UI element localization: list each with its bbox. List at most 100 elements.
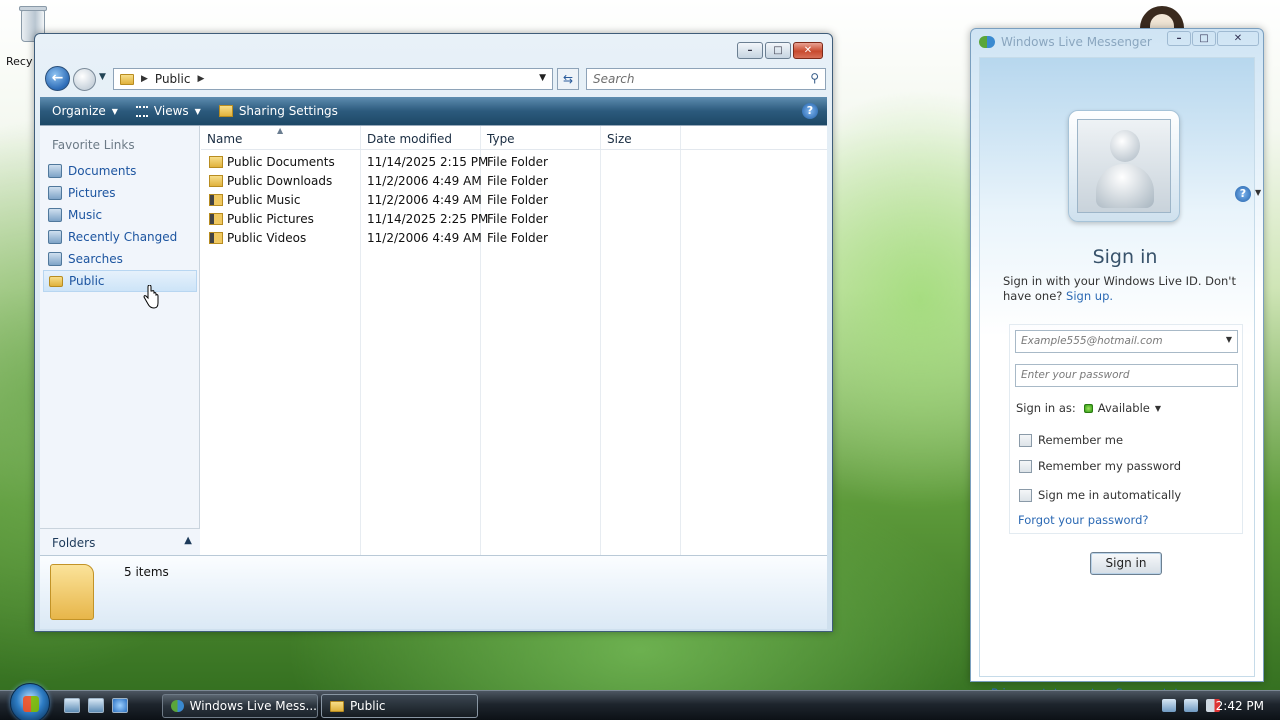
network-icon[interactable] <box>1184 699 1198 712</box>
favorite-links-title: Favorite Links <box>52 138 135 152</box>
chevron-down-icon[interactable]: ▼ <box>1255 188 1261 197</box>
taskbar-button-messenger[interactable]: Windows Live Mess... <box>162 694 318 718</box>
views-icon <box>135 105 148 117</box>
nav-item-pictures[interactable]: Pictures <box>40 182 200 204</box>
content-area: Favorite Links Documents Pictures Music … <box>40 125 827 556</box>
taskbar-button-label: Public <box>350 699 386 713</box>
file-date: 11/14/2025 2:15 PM <box>367 155 489 169</box>
taskbar-button-public[interactable]: Public <box>321 694 478 718</box>
sign-in-automatically-checkbox[interactable]: Sign me in automatically <box>1019 488 1181 502</box>
file-name: Public Pictures <box>227 212 314 226</box>
messenger-body: ? ▼ Sign in Sign in with your Windows Li… <box>979 57 1261 700</box>
table-row[interactable]: Public Music 11/2/2006 4:49 AM File Fold… <box>201 191 827 210</box>
checkbox-icon[interactable] <box>1019 459 1032 473</box>
search-input[interactable]: Search ⚲ <box>586 68 826 90</box>
sharing-settings-label: Sharing Settings <box>238 104 338 118</box>
help-icon[interactable]: ? <box>802 103 818 119</box>
forgot-password-link[interactable]: Forgot your password? <box>1018 513 1148 527</box>
checkbox-label: Sign me in automatically <box>1038 488 1182 502</box>
nav-item-label: Documents <box>68 164 137 178</box>
music-icon <box>48 208 62 222</box>
remember-password-checkbox[interactable]: Remember my password <box>1019 459 1181 473</box>
forward-button[interactable] <box>73 68 96 91</box>
file-type: File Folder <box>487 155 548 169</box>
recent-pages-dropdown[interactable]: ▼ <box>99 72 106 82</box>
table-row[interactable]: Public Downloads 11/2/2006 4:49 AM File … <box>201 172 827 191</box>
help-icon[interactable]: ? <box>1235 186 1251 202</box>
status-selector[interactable]: Available ▼ <box>1083 401 1161 415</box>
maximize-button[interactable]: □ <box>1192 31 1216 46</box>
close-button[interactable]: ✕ <box>793 42 823 59</box>
signin-description: Sign in with your Windows Live ID. Don't… <box>1003 274 1253 304</box>
chevron-down-icon[interactable]: ▼ <box>1226 335 1232 344</box>
messenger-titlebar: Windows Live Messenger <box>979 35 1152 49</box>
switch-windows-icon[interactable] <box>88 698 104 713</box>
nav-item-label: Pictures <box>68 186 116 200</box>
folder-large-icon <box>50 564 94 620</box>
remember-me-checkbox[interactable]: Remember me <box>1019 433 1123 447</box>
favorite-links-list: Documents Pictures Music Recently Change… <box>40 160 200 292</box>
nav-item-searches[interactable]: Searches <box>40 248 200 270</box>
folder-icon <box>330 700 344 712</box>
hand-cursor-icon <box>143 285 159 309</box>
nav-item-label: Recently Changed <box>68 230 178 244</box>
breadcrumb-separator-icon[interactable]: ▶ <box>197 74 204 84</box>
nav-item-label: Music <box>68 208 103 222</box>
file-name: Public Downloads <box>227 174 333 188</box>
minimize-button[interactable]: – <box>737 42 763 59</box>
organize-button[interactable]: Organize ▼ <box>52 104 118 118</box>
navigation-pane: Favorite Links Documents Pictures Music … <box>40 126 200 556</box>
messenger-window-controls: – □ ✕ <box>1167 31 1259 46</box>
nav-item-label: Searches <box>68 252 123 266</box>
messenger-tray-icon[interactable] <box>1162 699 1176 712</box>
maximize-button[interactable]: □ <box>765 42 791 59</box>
table-row[interactable]: Public Videos 11/2/2006 4:49 AM File Fol… <box>201 229 827 248</box>
nav-item-documents[interactable]: Documents <box>40 160 200 182</box>
chevron-down-icon: ▼ <box>111 106 118 116</box>
signup-link[interactable]: Sign up. <box>1066 289 1113 303</box>
organize-label: Organize <box>52 104 106 118</box>
sign-in-as-row: Sign in as: Available ▼ <box>1016 401 1161 415</box>
checkbox-label: Remember my password <box>1038 459 1182 473</box>
table-row[interactable]: Public Documents 11/14/2025 2:15 PM File… <box>201 153 827 172</box>
password-field[interactable]: Enter your password <box>1015 364 1238 387</box>
views-button[interactable]: Views ▼ <box>135 104 201 118</box>
address-bar[interactable]: ▶ Public ▶ ▼ <box>113 68 553 90</box>
search-placeholder: Search <box>593 72 635 86</box>
clock[interactable]: 2:42 PM <box>1216 699 1264 713</box>
table-row[interactable]: Public Pictures 11/14/2025 2:25 PM File … <box>201 210 827 229</box>
start-button[interactable] <box>10 683 50 720</box>
breadcrumb-public[interactable]: Public <box>155 72 191 86</box>
nav-item-public[interactable]: Public <box>43 270 197 292</box>
show-desktop-icon[interactable] <box>64 698 80 713</box>
checkbox-icon[interactable] <box>1019 433 1032 447</box>
recent-icon <box>48 230 62 244</box>
taskbar-button-label: Windows Live Mess... <box>189 699 317 713</box>
minimize-button[interactable]: – <box>1167 31 1191 46</box>
avatar[interactable] <box>1068 110 1180 222</box>
file-date: 11/2/2006 4:49 AM <box>367 231 482 245</box>
search-icon[interactable]: ⚲ <box>810 71 819 85</box>
refresh-button[interactable]: ⇆ <box>557 68 579 90</box>
checkbox-icon[interactable] <box>1019 488 1032 502</box>
password-placeholder: Enter your password <box>1021 369 1130 381</box>
back-button[interactable]: ← <box>45 66 70 91</box>
signin-description-text: Sign in with your Windows Live ID. Don't… <box>1003 274 1236 303</box>
folders-toggle[interactable]: Folders ▲ <box>40 528 200 556</box>
sign-in-button[interactable]: Sign in <box>1090 552 1162 575</box>
checkbox-label: Remember me <box>1038 433 1124 447</box>
sign-in-as-label: Sign in as: <box>1016 401 1076 415</box>
nav-item-music[interactable]: Music <box>40 204 200 226</box>
file-date: 11/2/2006 4:49 AM <box>367 174 482 188</box>
close-button[interactable]: ✕ <box>1217 31 1259 46</box>
explorer-window: – □ ✕ ← ▼ ▶ Public ▶ ▼ ⇆ Search ⚲ Organi… <box>34 33 833 632</box>
breadcrumb-separator-icon[interactable]: ▶ <box>141 74 148 84</box>
email-field[interactable]: Example555@hotmail.com ▼ <box>1015 330 1238 353</box>
internet-explorer-icon[interactable] <box>112 698 128 713</box>
folder-icon <box>49 275 63 287</box>
file-rows: Public Documents 11/14/2025 2:15 PM File… <box>201 153 827 248</box>
sharing-settings-button[interactable]: Sharing Settings <box>218 104 338 118</box>
nav-item-recently-changed[interactable]: Recently Changed <box>40 226 200 248</box>
address-dropdown-icon[interactable]: ▼ <box>539 73 546 83</box>
videos-folder-icon <box>209 232 223 244</box>
